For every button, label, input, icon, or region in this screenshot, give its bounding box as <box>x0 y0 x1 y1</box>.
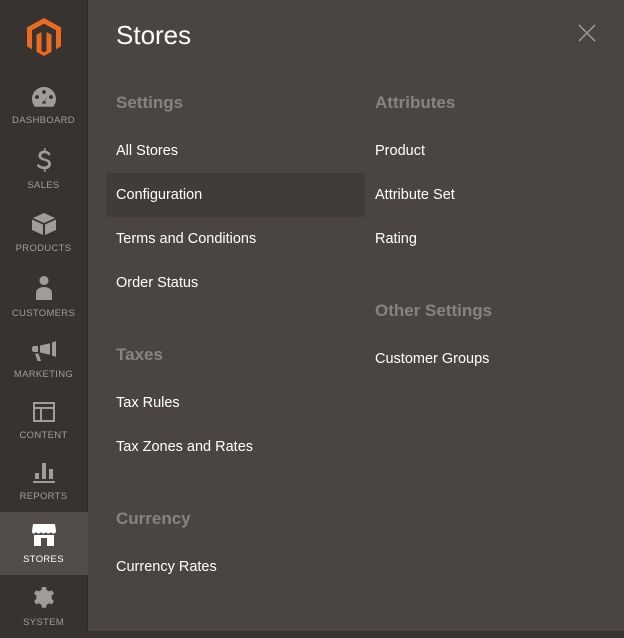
section-title-currency: Currency <box>106 469 365 545</box>
sidebar-item-marketing[interactable]: MARKETING <box>0 329 88 390</box>
sidebar-item-system[interactable]: SYSTEM <box>0 575 88 638</box>
stores-flyout-panel: Stores Settings All Stores Configuration… <box>88 0 624 631</box>
sidebar-item-label: CONTENT <box>19 430 67 441</box>
flyout-body: Settings All Stores Configuration Terms … <box>88 75 624 589</box>
menu-link-all-stores[interactable]: All Stores <box>106 129 365 173</box>
megaphone-icon <box>32 341 56 366</box>
sidebar-item-content[interactable]: CONTENT <box>0 390 88 451</box>
sidebar-item-sales[interactable]: SALES <box>0 136 88 201</box>
section-title-settings: Settings <box>106 75 365 129</box>
sidebar-item-label: DASHBOARD <box>12 115 75 126</box>
sidebar-item-label: SALES <box>27 180 59 191</box>
section-title-taxes: Taxes <box>106 305 365 381</box>
menu-link-currency-rates[interactable]: Currency Rates <box>106 545 365 589</box>
magento-logo[interactable] <box>27 0 61 75</box>
close-icon <box>578 24 596 42</box>
section-title-other: Other Settings <box>365 261 624 337</box>
flyout-col-right: Attributes Product Attribute Set Rating … <box>365 75 624 589</box>
menu-link-customer-groups[interactable]: Customer Groups <box>365 337 624 381</box>
flyout-header: Stores <box>88 20 624 75</box>
sidebar-item-customers[interactable]: CUSTOMERS <box>0 264 88 329</box>
sidebar-item-reports[interactable]: REPORTS <box>0 451 88 512</box>
layout-icon <box>33 402 55 427</box>
menu-link-rating[interactable]: Rating <box>365 217 624 261</box>
magento-logo-icon <box>27 18 61 56</box>
sidebar-item-label: SYSTEM <box>23 617 64 628</box>
sidebar-item-products[interactable]: PRODUCTS <box>0 201 88 264</box>
dashboard-icon <box>32 87 56 112</box>
sidebar-item-label: REPORTS <box>20 491 68 502</box>
menu-link-configuration[interactable]: Configuration <box>106 173 365 217</box>
main-sidebar: DASHBOARD SALES PRODUCTS CUSTOMERS MARKE… <box>0 0 88 631</box>
close-button[interactable] <box>574 20 600 51</box>
sidebar-item-label: STORES <box>23 554 64 565</box>
dollar-icon <box>37 148 51 177</box>
gear-icon <box>33 587 55 614</box>
menu-link-product[interactable]: Product <box>365 129 624 173</box>
menu-link-attribute-set[interactable]: Attribute Set <box>365 173 624 217</box>
sidebar-item-dashboard[interactable]: DASHBOARD <box>0 75 88 136</box>
sidebar-item-label: CUSTOMERS <box>12 308 75 319</box>
sidebar-item-stores[interactable]: STORES <box>0 512 88 575</box>
menu-link-terms[interactable]: Terms and Conditions <box>106 217 365 261</box>
box-icon <box>32 213 56 240</box>
bars-icon <box>33 463 55 488</box>
sidebar-item-label: PRODUCTS <box>16 243 72 254</box>
menu-link-order-status[interactable]: Order Status <box>106 261 365 305</box>
person-icon <box>36 276 52 305</box>
menu-link-tax-rules[interactable]: Tax Rules <box>106 381 365 425</box>
menu-link-tax-zones[interactable]: Tax Zones and Rates <box>106 425 365 469</box>
flyout-title: Stores <box>116 20 191 51</box>
sidebar-item-label: MARKETING <box>14 369 73 380</box>
storefront-icon <box>32 524 56 551</box>
flyout-col-left: Settings All Stores Configuration Terms … <box>106 75 365 589</box>
section-title-attributes: Attributes <box>365 75 624 129</box>
